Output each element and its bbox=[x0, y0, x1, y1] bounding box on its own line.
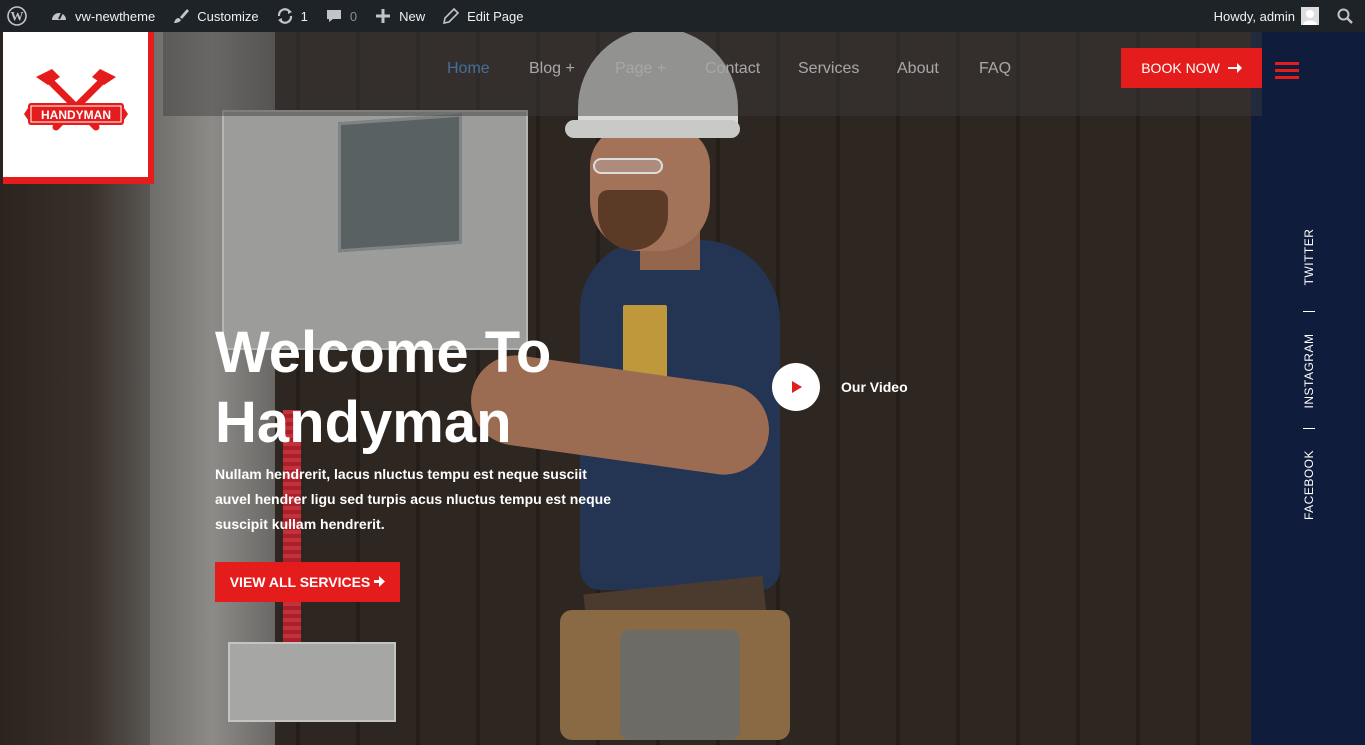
wordpress-logo-button[interactable]: W bbox=[0, 0, 41, 32]
site-logo[interactable]: HANDYMAN bbox=[3, 32, 154, 184]
play-video-button[interactable] bbox=[772, 363, 820, 411]
wordpress-icon: W bbox=[7, 6, 27, 26]
book-now-label: BOOK NOW bbox=[1141, 60, 1220, 76]
social-separator bbox=[1303, 311, 1315, 312]
search-icon bbox=[1335, 6, 1355, 26]
dashboard-icon bbox=[49, 6, 69, 26]
arrow-right-icon bbox=[1227, 60, 1242, 76]
pencil-icon bbox=[441, 6, 461, 26]
hero-description: Nullam hendrerit, lacus nluctus tempu es… bbox=[215, 466, 611, 532]
view-all-services-label: VIEW ALL SERVICES bbox=[229, 574, 371, 590]
comments-link[interactable]: 0 bbox=[316, 0, 365, 32]
customize-link[interactable]: Customize bbox=[163, 0, 266, 32]
view-all-services-button[interactable]: VIEW ALL SERVICES bbox=[215, 562, 400, 602]
arrow-right-icon bbox=[374, 574, 386, 590]
plus-icon bbox=[373, 6, 393, 26]
edit-page-link[interactable]: Edit Page bbox=[433, 0, 531, 32]
play-icon bbox=[792, 381, 802, 393]
menu-hamburger-button[interactable] bbox=[1275, 62, 1299, 80]
handyman-logo-icon: HANDYMAN bbox=[23, 68, 128, 130]
new-label: New bbox=[399, 8, 426, 24]
svg-text:W: W bbox=[11, 9, 24, 24]
admin-search-button[interactable] bbox=[1327, 0, 1365, 32]
updates-link[interactable]: 1 bbox=[267, 0, 316, 32]
brush-icon bbox=[171, 6, 191, 26]
comments-count: 0 bbox=[349, 8, 358, 24]
comment-icon bbox=[324, 6, 344, 26]
account-menu[interactable]: Howdy, admin bbox=[1206, 0, 1327, 32]
facebook-link[interactable]: FACEBOOK bbox=[1302, 450, 1316, 520]
updates-icon bbox=[275, 6, 295, 26]
edit-page-label: Edit Page bbox=[467, 8, 524, 24]
our-video-link[interactable]: Our Video bbox=[841, 379, 908, 395]
updates-count: 1 bbox=[300, 8, 308, 24]
customize-label: Customize bbox=[197, 8, 259, 24]
book-now-button[interactable]: BOOK NOW bbox=[1121, 48, 1262, 88]
wp-admin-bar: W vw-newtheme Customize 1 0 New Edit Pag… bbox=[0, 0, 1365, 32]
hero-title-line2: Handyman bbox=[215, 390, 512, 455]
hero-title-line1: Welcome To bbox=[215, 320, 552, 385]
hero-title: Welcome To Handyman bbox=[215, 318, 735, 458]
instagram-link[interactable]: INSTAGRAM bbox=[1302, 334, 1316, 409]
avatar bbox=[1301, 7, 1319, 25]
social-separator bbox=[1303, 428, 1315, 429]
site-name-link[interactable]: vw-newtheme bbox=[41, 0, 163, 32]
site-name-label: vw-newtheme bbox=[75, 8, 156, 24]
header-navbar bbox=[163, 32, 1262, 116]
twitter-link[interactable]: TWITTER bbox=[1302, 229, 1316, 286]
logo-text: HANDYMAN bbox=[41, 108, 111, 122]
new-content-link[interactable]: New bbox=[365, 0, 433, 32]
howdy-label: Howdy, admin bbox=[1213, 8, 1295, 24]
